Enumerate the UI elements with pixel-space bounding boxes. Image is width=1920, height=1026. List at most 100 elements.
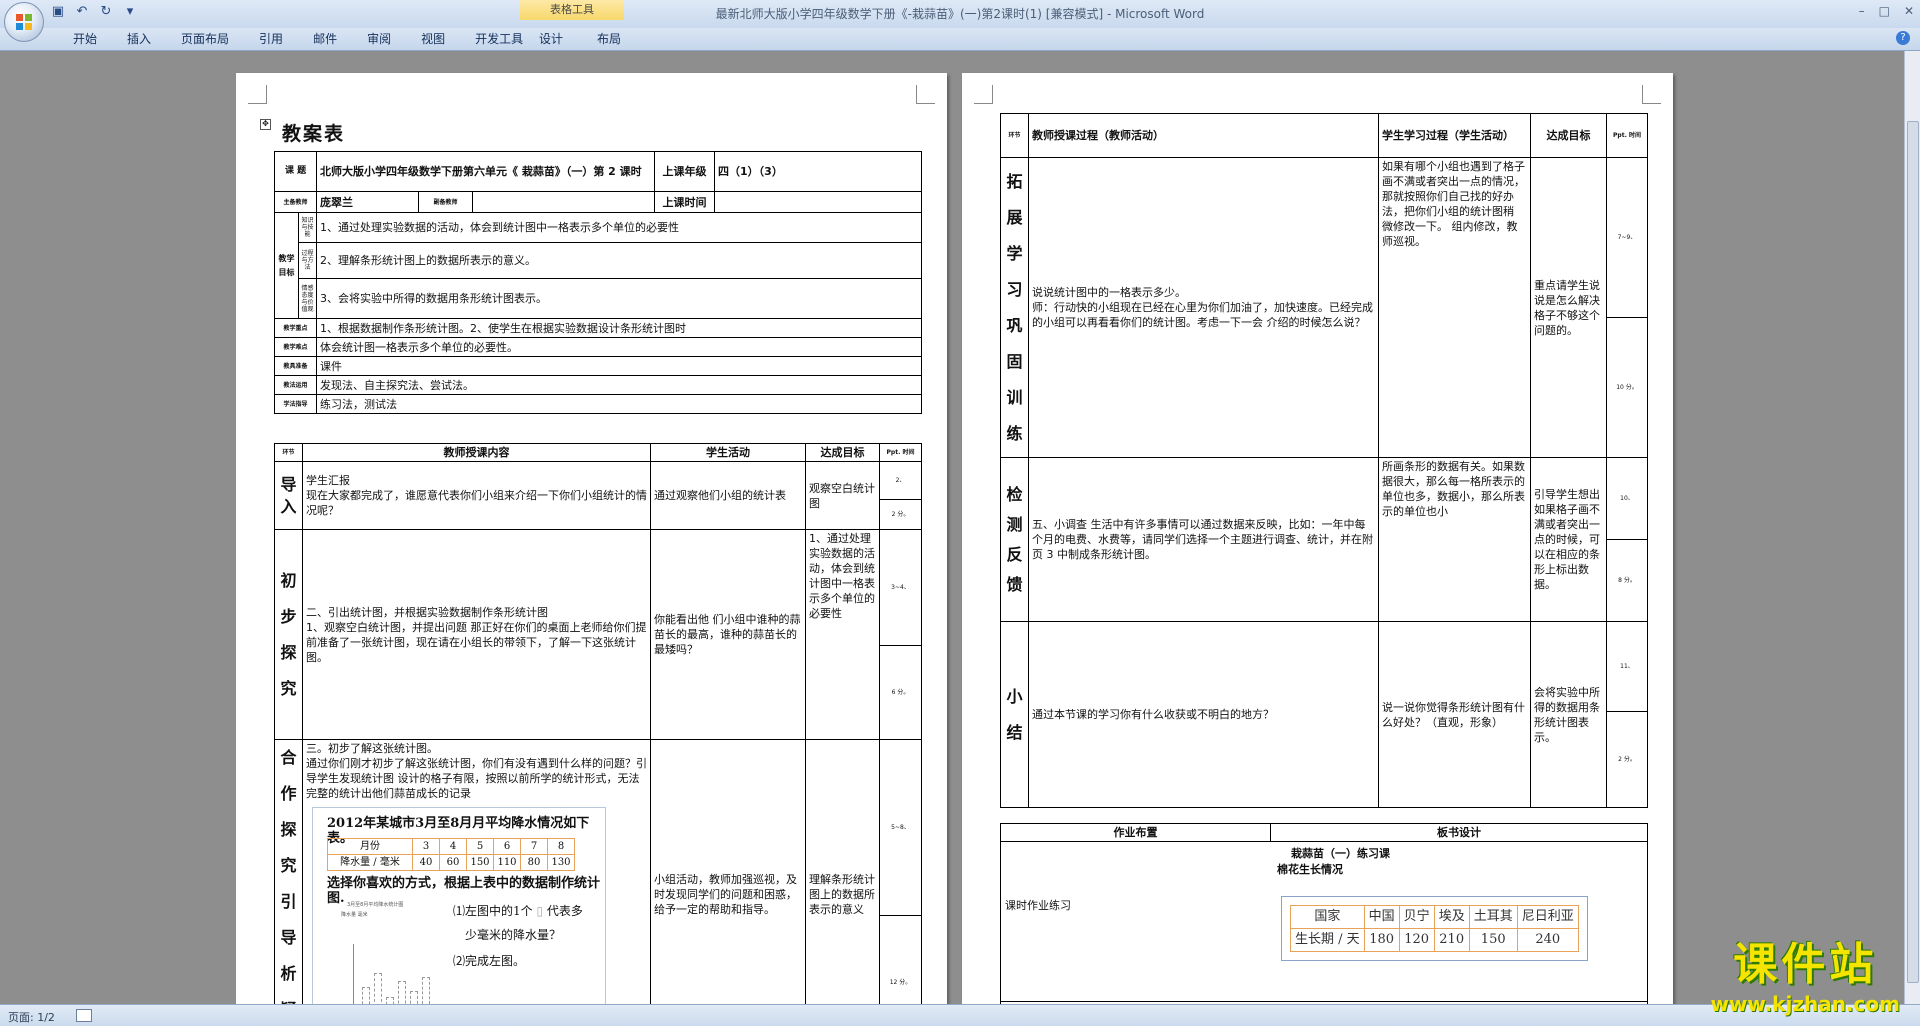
row-value[interactable]: 发现法、自主探究法、尝试法。 <box>316 375 923 395</box>
lesson-title[interactable]: 北师大版小学四年级数学下册第六单元《 栽蒜苗》（一）第 2 课时 <box>316 151 656 192</box>
homework-board-cell: 课时作业练习 栽蒜苗（一）练习课 棉花生长情况 国家 中国 贝宁 埃及 土耳其 … <box>1000 841 1648 1002</box>
row-label: 教法运用 <box>273 375 318 395</box>
homework-value[interactable]: 课时作业练习 <box>1005 898 1071 913</box>
lesson-content[interactable]: 学生汇报 现在大家都完成了，谁愿意代表你们小组来介绍一下你们小组统计的情况呢？ <box>302 461 651 530</box>
classtime-value[interactable] <box>714 191 923 213</box>
row-value[interactable]: 1、根据数据制作条形统计图。2、使学生在根据实验数据设计条形统计图时 <box>316 318 923 338</box>
rain-table-cell: 3 <box>412 838 440 855</box>
help-icon[interactable]: ? <box>1896 31 1910 45</box>
rain-table-cell: 60 <box>439 854 467 871</box>
lesson-content[interactable]: 说说统计图中的一格表示多少。 师：行动快的小组现在已经在心里为你们加油了，加快速… <box>1028 157 1379 458</box>
coteacher-value[interactable] <box>472 191 656 213</box>
save-icon[interactable]: ▣ <box>50 4 66 20</box>
bar-placeholder <box>398 981 406 1004</box>
rain-table-cell: 80 <box>520 854 548 871</box>
tab-references[interactable]: 引用 <box>244 31 298 47</box>
cotton-growth-table: 国家 中国 贝宁 埃及 土耳其 尼日利亚 生长期 / 天 180 120 210… <box>1290 905 1579 952</box>
cotton-cell: 210 <box>1433 928 1470 952</box>
redo-icon[interactable]: ↻ <box>98 4 114 20</box>
grade-value[interactable]: 四（1）（3） <box>714 151 923 192</box>
title-label: 课 题 <box>273 151 318 192</box>
board-title[interactable]: 栽蒜苗（一）练习课 <box>1291 846 1390 861</box>
lesson-content[interactable]: 通过本节课的学习你有什么收获或不明白的地方？ <box>1028 621 1379 808</box>
tab-layout[interactable]: 布局 <box>580 31 638 47</box>
rain-table-cell: 150 <box>466 854 494 871</box>
teacher-value[interactable]: 庞翠兰 <box>316 191 420 213</box>
board-subtitle[interactable]: 棉花生长情况 <box>1277 862 1343 877</box>
lesson-content[interactable]: 三。初步了解这张统计图。 通过你们刚才初步了解这张统计图，你们有没有遇到什么样的… <box>306 741 647 801</box>
row-value[interactable]: 课件 <box>316 356 923 376</box>
tab-home[interactable]: 开始 <box>58 31 112 47</box>
office-button[interactable] <box>4 2 44 42</box>
bar-placeholder <box>422 977 430 1004</box>
language-icon[interactable] <box>76 1009 92 1022</box>
lesson-time[interactable]: 6 分。 <box>879 645 922 740</box>
lesson-content[interactable]: 五、小调查 生活中有许多事情可以通过数据来反映，比如：一年中每个月的电费、水费等… <box>1028 457 1379 622</box>
col-header-target: 达成目标 <box>805 443 880 462</box>
goal-1[interactable]: 1、通过处理实验数据的活动，体会到统计图中一格表示多个单位的必要性 <box>316 212 923 243</box>
tab-review[interactable]: 审阅 <box>352 31 406 47</box>
bar-placeholder <box>386 997 394 1004</box>
goal-3[interactable]: 3、会将实验中所得的数据用条形统计图表示。 <box>316 278 923 319</box>
lesson-activity[interactable]: 通过观察他们小组的统计表 <box>650 461 806 530</box>
lesson-target[interactable]: 引导学生想出如果格子画不满或者突出一点的时候，可以在相应的条形上标出数据。 <box>1530 457 1607 622</box>
page-indicator[interactable]: 页面: 1/2 <box>8 1009 55 1025</box>
cotton-table-frame[interactable]: 国家 中国 贝宁 埃及 土耳其 尼日利亚 生长期 / 天 180 120 210… <box>1281 896 1588 961</box>
figure-question-1b: 少毫米的降水量？ <box>465 928 562 942</box>
tab-design[interactable]: 设计 <box>522 31 580 47</box>
lesson-activity[interactable]: 你能看出他 们小组中谁种的蒜苗长的最高，谁种的蒜苗长的最矮吗？ <box>650 529 806 740</box>
bar-placeholder <box>410 991 418 1004</box>
lesson-table: 环节 教师授课内容 学生活动 达成目标 Ppt. 时间 导入 学生汇报 现在大家… <box>274 443 922 1004</box>
stage-label: 拓展学习巩固训练 <box>1000 157 1029 458</box>
rain-table-header: 降水量 / 毫米 <box>327 854 413 871</box>
lesson-time[interactable]: 2 分。 <box>1606 711 1648 808</box>
stage-label: 检测反馈 <box>1000 457 1029 622</box>
lesson-time[interactable]: 12 分。 <box>879 915 922 1004</box>
lesson-target[interactable]: 会将实验中所得的数据用条形统计图表示。 <box>1530 621 1607 808</box>
crop-mark <box>1642 85 1661 104</box>
lesson-time[interactable]: 10、 <box>1606 457 1648 540</box>
cotton-cell: 土耳其 <box>1468 905 1518 929</box>
customize-dropdown-icon[interactable]: ▾ <box>122 4 138 20</box>
lesson-activity[interactable]: 如果有哪个小组也遇到了格子画不满或者突出一点的情况，那就按照你们自己找的好办法，… <box>1378 157 1531 458</box>
rain-table-cell: 6 <box>493 838 521 855</box>
lesson-time[interactable]: 11、 <box>1606 621 1648 712</box>
row-value[interactable]: 练习法，测试法 <box>316 394 923 414</box>
lesson-activity[interactable]: 所画条形的数据有关。如果数据很大，那么每一格所表示的单位也多，数据小，那么所表示… <box>1378 457 1531 622</box>
lesson-time[interactable]: 7~9、 <box>1606 157 1648 318</box>
lesson-time[interactable]: 2、 <box>879 461 922 500</box>
lesson-content[interactable]: 二、引出统计图，并根据实验数据制作条形统计图 1、观察空白统计图，并提出问题 那… <box>302 529 651 740</box>
lesson-time[interactable]: 8 分。 <box>1606 539 1648 622</box>
table-move-handle-icon[interactable]: ✥ <box>260 119 271 130</box>
lesson-time[interactable]: 10 分。 <box>1606 317 1648 458</box>
lesson-target[interactable]: 观察空白统计图 <box>805 461 880 530</box>
maximize-icon[interactable]: □ <box>1879 4 1890 18</box>
tab-page-layout[interactable]: 页面布局 <box>166 31 244 47</box>
header-table: 课 题 北师大版小学四年级数学下册第六单元《 栽蒜苗》（一）第 2 课时 上课年… <box>273 151 923 414</box>
vertical-scrollbar[interactable] <box>1904 51 1920 1004</box>
lesson-target[interactable]: 理解条形统计图上的数据所表示的意义 <box>805 739 880 1004</box>
tab-insert[interactable]: 插入 <box>112 31 166 47</box>
row-value[interactable]: 体会统计图一格表示多个单位的必要性。 <box>316 337 923 357</box>
tab-view[interactable]: 视图 <box>406 31 460 47</box>
lesson-time[interactable]: 2 分。 <box>879 499 922 530</box>
lesson-activity[interactable]: 小组活动，教师加强巡视，及时发现同学们的问题和困惑，给予一定的帮助和指导。 <box>650 739 806 1004</box>
stage-label: 导入 <box>274 461 303 530</box>
watermark-url: www.kjzhan.com <box>1710 992 1900 1016</box>
minimize-icon[interactable]: – <box>1859 4 1865 18</box>
lesson-time[interactable]: 5~8、 <box>879 739 922 916</box>
figure-small-unit: 降水量 毫米 <box>341 912 368 918</box>
undo-icon[interactable]: ↶ <box>74 4 90 20</box>
lesson-activity[interactable]: 说一说你觉得条形统计图有什么好处？（直观，形象） <box>1378 621 1531 808</box>
col-header-stage: 环节 <box>274 443 303 462</box>
tab-mailings[interactable]: 邮件 <box>298 31 352 47</box>
lesson-time[interactable]: 3~4、 <box>879 529 922 646</box>
close-icon[interactable]: ✕ <box>1904 4 1914 18</box>
rain-table-cell: 4 <box>439 838 467 855</box>
goal-sub-label: 情感态度与价值观 <box>297 278 318 319</box>
col-header-activity: 学生活动 <box>650 443 806 462</box>
lesson-target[interactable]: 1、通过处理实验数据的活动，体会到统计图中一格表示多个单位的必要性 <box>805 529 880 740</box>
lesson-target[interactable]: 重点请学生说说是怎么解决格子不够这个问题的。 <box>1530 157 1607 458</box>
goal-2[interactable]: 2、理解条形统计图上的数据所表示的意义。 <box>316 242 923 279</box>
scrollbar-thumb[interactable] <box>1907 121 1919 983</box>
